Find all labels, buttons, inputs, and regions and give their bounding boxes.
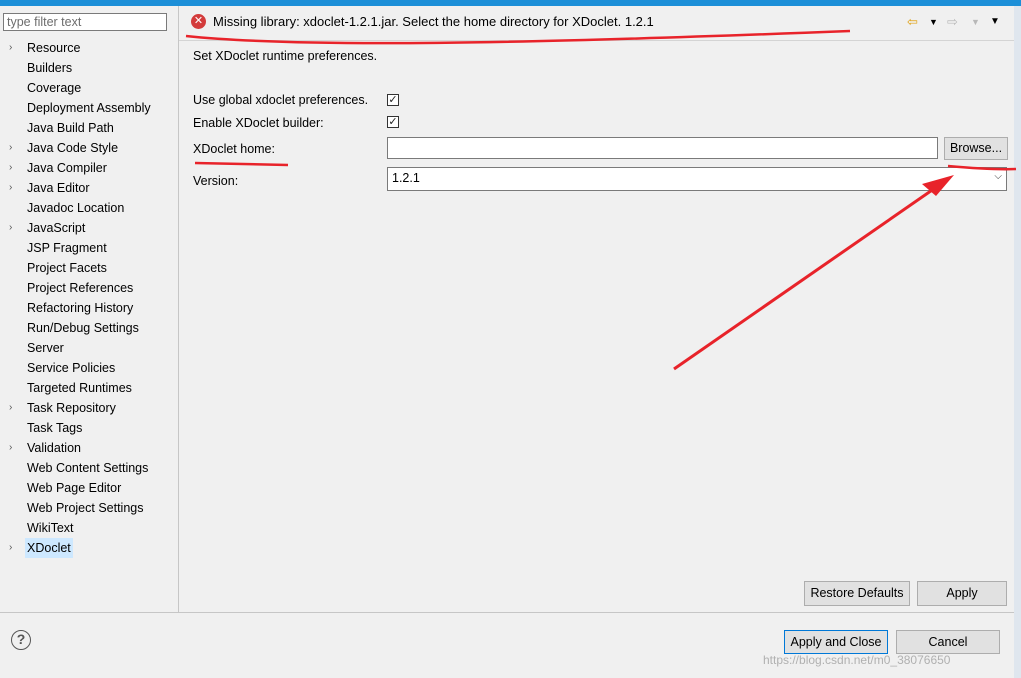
enable-builder-checkbox[interactable]: ✓	[387, 116, 399, 128]
tree-item-label: Java Code Style	[27, 141, 119, 155]
tree-item[interactable]: Project References	[0, 278, 178, 298]
tree-item-label: Resource	[27, 41, 81, 55]
tree-item-label: JavaScript	[27, 221, 86, 235]
tree-item[interactable]: Service Policies	[0, 358, 178, 378]
tree-item[interactable]: › Java Code Style	[0, 138, 178, 158]
tree-item[interactable]: Deployment Assembly	[0, 98, 178, 118]
chevron-right-icon[interactable]: ›	[9, 138, 19, 158]
tree-item[interactable]: › Task Repository	[0, 398, 178, 418]
tree-item[interactable]: Java Build Path	[0, 118, 178, 138]
forward-menu-icon[interactable]: ▼	[971, 14, 980, 30]
tree-item[interactable]: › Resource	[0, 38, 178, 58]
tree-item-label: Task Tags	[27, 421, 83, 435]
tree-item[interactable]: Task Tags	[0, 418, 178, 438]
tree-item-label: Validation	[27, 441, 81, 455]
tree-item-label: JSP Fragment	[27, 241, 107, 255]
page-description: Set XDoclet runtime preferences.	[193, 49, 378, 63]
property-page: ✕ Missing library: xdoclet-1.2.1.jar. Se…	[179, 6, 1014, 612]
filter-input[interactable]	[3, 13, 167, 31]
tree-item-label: Web Project Settings	[27, 501, 144, 515]
error-message: Missing library: xdoclet-1.2.1.jar. Sele…	[213, 14, 654, 29]
tree-item-label: Web Page Editor	[27, 481, 122, 495]
tree-item[interactable]: › Validation	[0, 438, 178, 458]
use-global-checkbox[interactable]: ✓	[387, 94, 399, 106]
xdoclet-home-label: XDoclet home:	[193, 142, 275, 156]
tree-item[interactable]: Server	[0, 338, 178, 358]
chevron-down-icon: ⌵	[994, 171, 1002, 182]
chevron-right-icon[interactable]: ›	[9, 178, 19, 198]
tree-item[interactable]: › JavaScript	[0, 218, 178, 238]
enable-builder-label: Enable XDoclet builder:	[193, 116, 324, 130]
version-value: 1.2.1	[392, 171, 420, 185]
chevron-right-icon[interactable]: ›	[9, 538, 19, 558]
tree-item-label: Project Facets	[27, 261, 107, 275]
tree-item[interactable]: Javadoc Location	[0, 198, 178, 218]
footer-divider	[0, 612, 1014, 613]
tree-item-label: Java Editor	[27, 181, 90, 195]
browse-button[interactable]: Browse...	[944, 137, 1008, 160]
error-icon: ✕	[191, 14, 206, 29]
tree-item-label: Coverage	[27, 81, 82, 95]
tree-item-label: Javadoc Location	[27, 201, 125, 215]
tree-item-label: Task Repository	[27, 401, 116, 415]
chevron-right-icon[interactable]: ›	[9, 398, 19, 418]
apply-button[interactable]: Apply	[917, 581, 1007, 606]
tree-item-label: Service Policies	[27, 361, 116, 375]
tree-item[interactable]: WikiText	[0, 518, 178, 538]
chevron-right-icon[interactable]: ›	[9, 158, 19, 178]
tree-item[interactable]: Builders	[0, 58, 178, 78]
tree-item-label: Server	[27, 341, 64, 355]
tree-item[interactable]: Project Facets	[0, 258, 178, 278]
tree-item[interactable]: › Java Compiler	[0, 158, 178, 178]
tree-item-label: Builders	[27, 61, 73, 75]
chevron-right-icon[interactable]: ›	[9, 438, 19, 458]
xdoclet-home-input[interactable]	[387, 137, 938, 159]
view-menu-icon[interactable]: ▼	[990, 14, 1000, 30]
tree-item[interactable]: › Java Editor	[0, 178, 178, 198]
chevron-right-icon[interactable]: ›	[9, 218, 19, 238]
tree-item-label: Java Build Path	[27, 121, 114, 135]
properties-dialog: › Resource Builders Coverage Deployment Asse…	[0, 6, 1014, 678]
tree-item-label: WikiText	[27, 521, 74, 535]
tree-item[interactable]: Coverage	[0, 78, 178, 98]
watermark: https://blog.csdn.net/m0_38076650	[763, 653, 951, 667]
tree-item-label: Targeted Runtimes	[27, 381, 132, 395]
back-arrow-icon[interactable]: ⇦	[907, 14, 918, 30]
restore-defaults-button[interactable]: Restore Defaults	[804, 581, 910, 606]
use-global-label: Use global xdoclet preferences.	[193, 93, 369, 107]
tree-item-label: Java Compiler	[27, 161, 107, 175]
tree-item-label: Project References	[27, 281, 134, 295]
apply-and-close-button[interactable]: Apply and Close	[784, 630, 888, 654]
tree-item[interactable]: Web Page Editor	[0, 478, 178, 498]
version-select[interactable]: 1.2.1 ⌵	[387, 167, 1007, 191]
property-tree: › Resource Builders Coverage Deployment Asse…	[0, 38, 178, 558]
tree-item-label: XDoclet	[25, 538, 73, 558]
tree-item[interactable]: Run/Debug Settings	[0, 318, 178, 338]
tree-item-label: Refactoring History	[27, 301, 134, 315]
tree-item[interactable]: › XDoclet	[0, 538, 178, 558]
cancel-button[interactable]: Cancel	[896, 630, 1000, 654]
forward-arrow-icon[interactable]: ⇨	[947, 14, 958, 30]
tree-item-label: Deployment Assembly	[27, 101, 151, 115]
tree-item-label: Web Content Settings	[27, 461, 149, 475]
page-header: ✕ Missing library: xdoclet-1.2.1.jar. Se…	[179, 6, 1014, 41]
chevron-right-icon[interactable]: ›	[9, 38, 19, 58]
background-window-edge	[1014, 6, 1021, 678]
tree-item[interactable]: Targeted Runtimes	[0, 378, 178, 398]
tree-item[interactable]: Web Project Settings	[0, 498, 178, 518]
tree-item[interactable]: Refactoring History	[0, 298, 178, 318]
back-menu-icon[interactable]: ▼	[929, 14, 938, 30]
tree-item-label: Run/Debug Settings	[27, 321, 139, 335]
help-icon[interactable]: ?	[11, 630, 31, 650]
version-label: Version:	[193, 174, 239, 188]
tree-item[interactable]: Web Content Settings	[0, 458, 178, 478]
tree-item[interactable]: JSP Fragment	[0, 238, 178, 258]
